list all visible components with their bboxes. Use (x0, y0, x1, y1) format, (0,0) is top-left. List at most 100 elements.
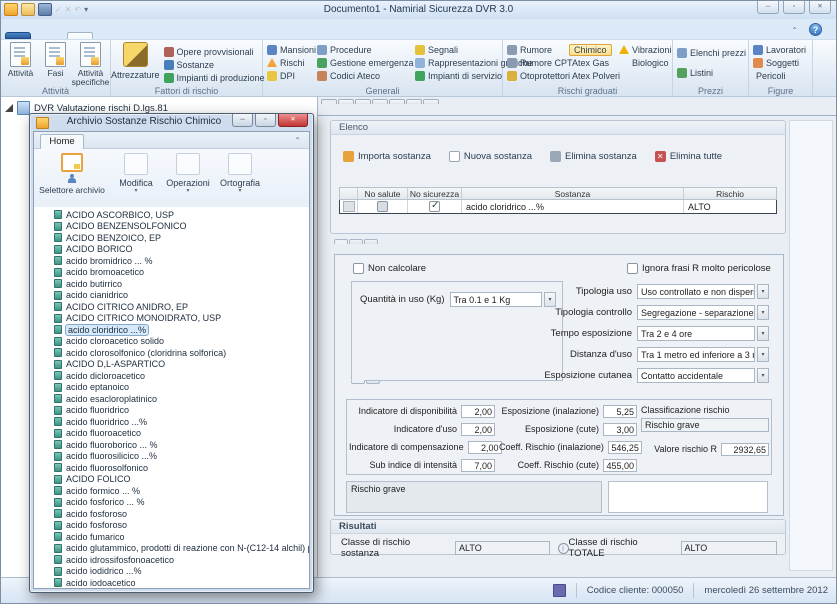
ribbon-item-rappresentazioni-grafiche[interactable]: Rappresentazioni grafiche (411, 56, 503, 69)
rischio-column-header[interactable]: Rischio (684, 188, 776, 199)
dropdown-select[interactable]: Segregazione - separazione (637, 305, 755, 320)
substance-item[interactable]: acido fluorosilicico ...% (34, 451, 309, 463)
dropdown-select[interactable]: Tra 2 e 4 ore (637, 326, 755, 341)
ribbon-item-pericoli[interactable]: Pericoli (749, 69, 812, 82)
dropdown-arrow-icon[interactable]: ▾ (757, 368, 769, 383)
nuova-sostanza-button[interactable]: Nuova sostanza (449, 151, 532, 162)
ribbon-item-lavoratori[interactable]: Lavoratori (749, 43, 812, 56)
dropdown-select[interactable]: Tra 1 metro ed inferiore a 3 metri (637, 347, 755, 362)
collapse-ribbon-icon[interactable]: ⌃ (791, 26, 798, 35)
ribbon-button-attivita-specifiche[interactable]: Attività specifiche (74, 42, 107, 87)
substance-item[interactable]: acido fluoridrico ...% (34, 416, 309, 428)
tab-dpi[interactable] (406, 99, 422, 104)
ribbon-item-sostanze[interactable]: Sostanze (160, 58, 265, 71)
tab-utilita[interactable] (93, 32, 119, 39)
substance-item[interactable]: acido fosforico ... % (34, 497, 309, 509)
dropdown-arrow-icon[interactable]: ▾ (757, 326, 769, 341)
substance-item[interactable]: acido formico ... % (34, 485, 309, 497)
substance-item[interactable]: ACIDO D,L-ASPARTICO (34, 359, 309, 371)
ribbon-item-rischi[interactable]: Rischi (263, 56, 313, 69)
dialog-button-operazioni[interactable]: Operazioni ▾ (162, 149, 214, 207)
sostanza-column-header[interactable]: Sostanza (462, 188, 684, 199)
row-selector-cell[interactable] (340, 200, 358, 213)
ribbon-item-codici-ateco[interactable]: Codici Ateco (313, 69, 411, 82)
ribbon-item-procedure[interactable]: Procedure (313, 43, 411, 56)
close-button[interactable]: ✕ (809, 1, 831, 14)
dropdown-arrow-icon[interactable]: ▾ (757, 305, 769, 320)
ribbon-item-dpi[interactable]: DPI (263, 69, 313, 82)
substance-item[interactable]: acido fluoroborico ... % (34, 439, 309, 451)
tab-informazioni[interactable] (364, 239, 378, 244)
ignora-frasi-checkbox[interactable] (627, 263, 638, 274)
no-sicurezza-column-header[interactable]: No sicurezza (408, 188, 462, 199)
substance-item[interactable]: acido bromoacetico (34, 267, 309, 279)
tab-file[interactable] (5, 32, 31, 39)
dialog-button-ortografia[interactable]: Ortografia ▾ (214, 149, 266, 207)
elimina-sostanza-button[interactable]: Elimina sostanza (550, 151, 637, 162)
substance-item[interactable]: acido butirrico (34, 278, 309, 290)
ribbon-item-impianti-produzione[interactable]: Impianti di produzione (160, 71, 265, 84)
ribbon-item-atex-polveri[interactable]: Atex Polveri (565, 69, 615, 82)
tab-home[interactable] (41, 32, 67, 39)
substance-item[interactable]: acido iodoacetico (34, 577, 309, 588)
substance-item[interactable]: acido idrossifosfonoacetico (34, 554, 309, 566)
ribbon-item-impianti-servizio[interactable]: Impianti di servizio (411, 69, 503, 82)
dropdown-arrow-icon[interactable]: ▾ (757, 347, 769, 362)
substance-item[interactable]: acido fluorosolfonico (34, 462, 309, 474)
dialog-minimize-button[interactable]: ─ (232, 114, 253, 127)
maximize-button[interactable]: ▫ (783, 1, 805, 14)
substances-list[interactable]: ACIDO ASCORBICO, USP ACIDO BENZENSOLFONI… (34, 207, 309, 588)
empty-note-box[interactable] (608, 481, 768, 513)
no-sicurezza-checkbox[interactable] (429, 201, 440, 212)
substance-item[interactable]: acido fumarico (34, 531, 309, 543)
substance-item[interactable]: ACIDO BENZENSOLFONICO (34, 221, 309, 233)
tab-mansioni[interactable] (338, 99, 354, 104)
ribbon-button-attrezzature[interactable]: Attrezzature (111, 42, 160, 84)
help-icon[interactable]: ? (809, 23, 822, 36)
dropdown-select[interactable]: Contatto accidentale (637, 368, 755, 383)
tab-salute[interactable] (334, 239, 348, 244)
save-icon[interactable] (38, 3, 52, 16)
tab-misure-prev-e-prot[interactable] (355, 99, 371, 104)
tab-sorveglianza-sanitaria[interactable] (372, 99, 388, 104)
dialog-close-button[interactable]: ✕ (278, 114, 308, 127)
no-salute-checkbox[interactable] (377, 201, 388, 212)
substance-item[interactable]: acido fosforoso (34, 508, 309, 520)
ribbon-item-chimico[interactable]: Chimico (565, 43, 615, 56)
substance-item[interactable]: acido cloroacetico solido (34, 336, 309, 348)
elimina-tutte-button[interactable]: Elimina tutte (655, 151, 722, 162)
substance-item[interactable]: ACIDO FOLICO (34, 474, 309, 486)
ribbon-item-atex-gas[interactable]: Atex Gas (565, 56, 615, 69)
substance-item[interactable]: acido iodidrico ...% (34, 566, 309, 578)
substance-item[interactable]: acido glutammico, prodotti di reazione c… (34, 543, 309, 555)
ribbon-button-attivita[interactable]: Attività (4, 42, 37, 87)
dialog-titlebar[interactable]: Archivio Sostanze Rischio Chimico ─ ▫ ✕ (30, 114, 313, 131)
ribbon-item-rumore-cpt[interactable]: Rumore CPT (503, 56, 565, 69)
ribbon-item-opere-provvisionali[interactable]: Opere provvisionali (160, 45, 265, 58)
qat-dropdown-icon[interactable]: ▾ (84, 4, 88, 15)
ribbon-item-otoprotettori[interactable]: Otoprotettori (503, 69, 565, 82)
substance-item[interactable]: ACIDO CITRICO ANIDRO, EP (34, 301, 309, 313)
table-row[interactable]: acido cloridrico ...% ALTO (339, 200, 777, 214)
tree-expander-icon[interactable] (5, 104, 13, 112)
ribbon-item-biologico[interactable]: Biologico (615, 56, 672, 69)
ribbon-item-elenchi-prezzi[interactable]: Elenchi prezzi (673, 43, 748, 63)
tab-formazione-e-informazione[interactable] (389, 99, 405, 104)
tab-archivi-di-base[interactable] (67, 32, 93, 39)
ribbon-item-gestione-emergenza[interactable]: Gestione emergenza (313, 56, 411, 69)
substance-item[interactable]: ACIDO BENZOICO, EP (34, 232, 309, 244)
substance-item[interactable]: acido clorosolfonico (cloridrina solfori… (34, 347, 309, 359)
tab-segnaletica[interactable] (423, 99, 439, 104)
tab-preparato[interactable] (366, 381, 380, 384)
dialog-tab-home[interactable]: Home (40, 134, 84, 149)
tab-sicurezza[interactable] (349, 239, 363, 244)
substance-item[interactable]: acido fosforoso (34, 520, 309, 532)
substance-item[interactable]: acido fluoridrico (34, 405, 309, 417)
importa-sostanza-button[interactable]: Importa sostanza (343, 151, 431, 162)
substance-item[interactable]: ACIDO ASCORBICO, USP (34, 209, 309, 221)
ribbon-item-listini[interactable]: Listini (673, 63, 748, 83)
substance-item[interactable]: acido esacloroplatinico (34, 393, 309, 405)
non-calcolare-checkbox[interactable] (353, 263, 364, 274)
ribbon-item-soggetti[interactable]: Soggetti (749, 56, 812, 69)
ribbon-item-vibrazioni[interactable]: Vibrazioni (615, 43, 672, 56)
